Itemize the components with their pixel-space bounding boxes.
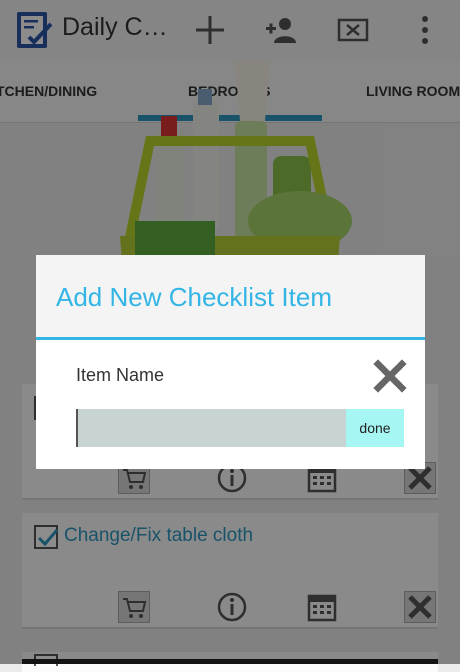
- item-name-input[interactable]: [76, 409, 346, 447]
- item-name-label: Item Name: [76, 365, 165, 385]
- dialog-header: Add New Checklist Item: [36, 255, 425, 340]
- add-item-dialog: Add New Checklist Item Item Name done: [36, 255, 425, 469]
- dialog-title: Add New Checklist Item: [56, 282, 332, 312]
- done-button[interactable]: done: [346, 409, 404, 447]
- close-icon[interactable]: [373, 359, 407, 393]
